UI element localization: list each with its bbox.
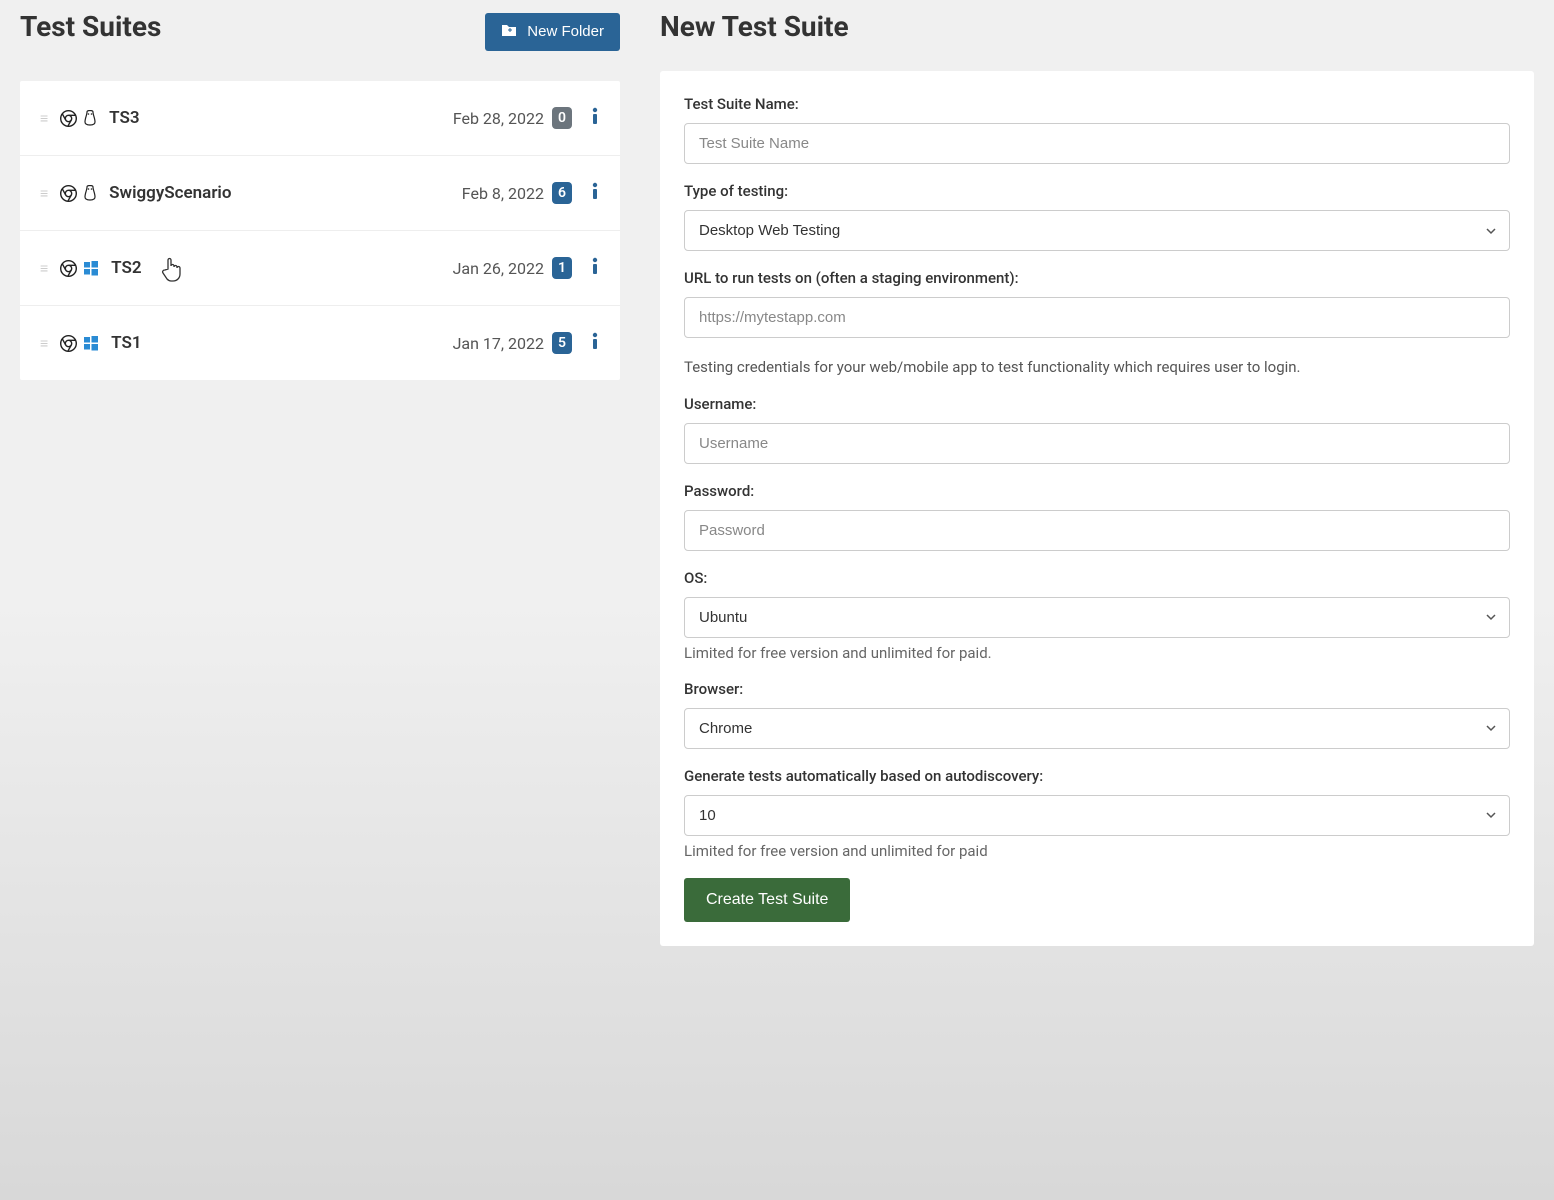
info-icon[interactable] [590, 182, 600, 204]
drag-handle-icon[interactable]: ≡ [40, 335, 46, 352]
username-label: Username: [684, 395, 1510, 413]
creds-subtext: Testing credentials for your web/mobile … [684, 356, 1510, 379]
suite-row[interactable]: ≡ SwiggyScenario Feb 8, 2022 6 [20, 156, 620, 231]
browser-label: Browser: [684, 680, 1510, 698]
auto-label: Generate tests automatically based on au… [684, 767, 1510, 785]
suite-date: Feb 28, 2022 [453, 109, 544, 128]
chrome-icon [60, 185, 77, 202]
suite-count-badge: 0 [552, 107, 572, 129]
os-hint: Limited for free version and unlimited f… [684, 644, 1510, 662]
new-folder-button[interactable]: New Folder [485, 13, 620, 51]
name-label: Test Suite Name: [684, 95, 1510, 113]
drag-handle-icon[interactable]: ≡ [40, 260, 46, 277]
os-label: OS: [684, 569, 1510, 587]
info-icon[interactable] [590, 332, 600, 354]
suite-list: ≡ TS3 Feb 28, 2022 0 ≡ SwiggyScenario Feb 8, 2… [20, 81, 620, 380]
url-label: URL to run tests on (often a staging env… [684, 269, 1510, 287]
suite-name: SwiggyScenario [109, 183, 231, 203]
chrome-icon [60, 110, 77, 127]
windows-icon [83, 260, 99, 276]
suite-count-badge: 5 [552, 332, 572, 354]
new-folder-label: New Folder [527, 23, 604, 40]
create-test-suite-button[interactable]: Create Test Suite [684, 878, 850, 922]
suite-name: TS2 [111, 258, 141, 278]
auto-hint: Limited for free version and unlimited f… [684, 842, 1510, 860]
name-input[interactable] [684, 123, 1510, 164]
drag-handle-icon[interactable]: ≡ [40, 110, 46, 127]
password-label: Password: [684, 482, 1510, 500]
suite-date: Feb 8, 2022 [462, 184, 544, 203]
type-label: Type of testing: [684, 182, 1510, 200]
folder-plus-icon [501, 23, 517, 41]
suite-name: TS1 [111, 333, 141, 353]
suite-date: Jan 17, 2022 [453, 334, 544, 353]
new-suite-form: Test Suite Name: Type of testing: Deskto… [660, 71, 1534, 946]
auto-select[interactable]: 10 [684, 795, 1510, 836]
page-title-right: New Test Suite [660, 10, 1534, 43]
linux-icon [83, 185, 97, 202]
windows-icon [83, 335, 99, 351]
drag-handle-icon[interactable]: ≡ [40, 185, 46, 202]
suite-count-badge: 1 [552, 257, 572, 279]
info-icon[interactable] [590, 257, 600, 279]
chrome-icon [60, 260, 77, 277]
chrome-icon [60, 335, 77, 352]
page-title-left: Test Suites [20, 10, 161, 43]
browser-select[interactable]: Chrome [684, 708, 1510, 749]
url-input[interactable] [684, 297, 1510, 338]
os-select[interactable]: Ubuntu [684, 597, 1510, 638]
password-input[interactable] [684, 510, 1510, 551]
suite-row[interactable]: ≡ TS1 Jan 17, 2022 5 [20, 306, 620, 380]
linux-icon [83, 110, 97, 127]
suite-row[interactable]: ≡ TS2 Jan 26, 2022 1 [20, 231, 620, 306]
suite-name: TS3 [109, 108, 139, 128]
suite-date: Jan 26, 2022 [453, 259, 544, 278]
suite-row[interactable]: ≡ TS3 Feb 28, 2022 0 [20, 81, 620, 156]
type-select[interactable]: Desktop Web Testing [684, 210, 1510, 251]
info-icon[interactable] [590, 107, 600, 129]
username-input[interactable] [684, 423, 1510, 464]
suite-count-badge: 6 [552, 182, 572, 204]
